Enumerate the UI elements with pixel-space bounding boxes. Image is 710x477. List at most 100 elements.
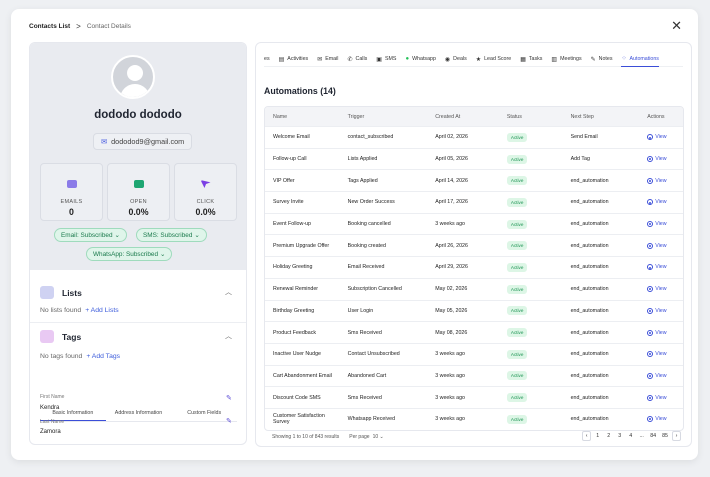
view-button[interactable]: View <box>647 264 683 271</box>
view-label: View <box>655 221 667 228</box>
cell-actions: View <box>643 394 683 401</box>
lists-section-header[interactable]: Lists <box>40 286 82 299</box>
email-subscription-pill[interactable]: Email: Subscribed ⌄ <box>54 228 127 242</box>
table-row: Welcome Email contact_subscribed April 02,… <box>265 126 683 148</box>
tab-label: Automations <box>629 55 659 62</box>
tab-automations[interactable]: ⁘ Automations <box>621 52 659 67</box>
view-button[interactable]: View <box>647 134 683 141</box>
tab-label: Tasks <box>528 56 543 62</box>
view-button[interactable]: View <box>647 307 683 314</box>
cell-status: Active <box>500 284 564 294</box>
cell-actions: View <box>643 264 683 271</box>
tab-deals[interactable]: ◉ Deals <box>445 52 467 67</box>
cell-created-at: 3 weeks ago <box>435 416 465 423</box>
view-button[interactable]: View <box>647 351 683 358</box>
per-page-select[interactable]: 10 ⌄ <box>373 434 384 440</box>
results-summary: Showing 1 to 10 of 843 results <box>272 434 340 440</box>
view-button[interactable]: View <box>647 286 683 293</box>
view-label: View <box>655 416 667 423</box>
edit-icon[interactable]: ✎ <box>226 418 234 426</box>
contact-email-chip[interactable]: ✉ dododod9@gmail.com <box>93 133 193 150</box>
cell-trigger: Contact Unsubscribed <box>347 351 400 358</box>
cell-next-step: end_automation <box>570 199 609 206</box>
view-button[interactable]: View <box>647 199 683 206</box>
deals-icon: ◉ <box>444 56 451 63</box>
tab-sms[interactable]: ▣ SMS <box>376 52 396 67</box>
tab-activities[interactable]: ▤ Activities <box>279 52 309 67</box>
view-button[interactable]: View <box>647 221 683 228</box>
page-button[interactable]: 2 <box>604 431 613 441</box>
prev-page-button[interactable]: ‹ <box>582 431 592 441</box>
tab-notes[interactable]: ✎ Notes <box>591 52 613 67</box>
view-label: View <box>655 242 667 249</box>
view-label: View <box>655 329 667 336</box>
next-page-button[interactable]: › <box>672 431 681 441</box>
view-button[interactable]: View <box>647 416 683 423</box>
cell-actions: View <box>643 286 683 293</box>
field-label: First Name <box>40 394 65 400</box>
eye-icon <box>647 177 654 184</box>
add-lists-link[interactable]: + Add Lists <box>85 307 118 314</box>
table-row: Premium Upgrade Offer Booking created Apri… <box>265 234 683 256</box>
cell-next-step: Send Email <box>570 134 598 141</box>
page-button: ... <box>639 433 644 439</box>
close-icon[interactable]: ✕ <box>671 19 682 32</box>
tab-address-information[interactable]: Address Information <box>106 406 172 421</box>
chevron-up-icon[interactable]: ︿ <box>225 287 232 297</box>
cell-name: Holiday Greeting <box>273 264 313 271</box>
chevron-up-icon[interactable]: ︿ <box>225 331 232 341</box>
open-envelope-icon <box>133 180 144 188</box>
breadcrumb: Contacts List > Contact Details <box>29 22 131 31</box>
contact-name: dododo dododo <box>94 109 182 121</box>
cell-trigger: Subscription Cancelled <box>347 286 402 293</box>
chevron-down-icon: ⌄ <box>114 232 120 239</box>
col-name: Name <box>273 113 288 120</box>
view-button[interactable]: View <box>647 177 683 184</box>
tab-tasks[interactable]: ▦ Tasks <box>520 52 542 67</box>
view-button[interactable]: View <box>647 156 683 163</box>
page-button[interactable]: 84 <box>648 431 658 441</box>
cell-next-step: end_automation <box>570 286 609 293</box>
eye-icon <box>647 329 654 336</box>
pill-label: Email: Subscribed <box>61 231 113 239</box>
chevron-down-icon: ⌄ <box>160 251 166 258</box>
tab-meetings[interactable]: ▥ Meetings <box>551 52 581 67</box>
edit-icon[interactable]: ✎ <box>226 395 234 403</box>
tab-label: Notes <box>598 56 613 62</box>
page-button[interactable]: 4 <box>626 431 635 441</box>
whatsapp-subscription-pill[interactable]: WhatsApp: Subscribed ⌄ <box>86 247 173 261</box>
per-page: Per page 10 ⌄ <box>349 434 383 440</box>
chevron-right-icon: > <box>76 22 81 31</box>
tab-whatsapp[interactable]: ● Whatsapp <box>405 52 435 67</box>
pill-label: WhatsApp: Subscribed <box>93 250 159 258</box>
page-button[interactable]: 85 <box>660 431 670 441</box>
view-label: View <box>655 372 667 379</box>
page-button[interactable]: 1 <box>593 431 602 441</box>
tab-email[interactable]: ✉ Email <box>317 52 338 67</box>
tab-lead-score[interactable]: ★ Lead Score <box>476 52 511 67</box>
table-row: Renewal Reminder Subscription Cancelled Ma… <box>265 277 683 300</box>
detail-panel: es ▤ Activities ✉ Email ✆ Calls ▣ SMS ● Whats… <box>255 42 692 447</box>
chevron-down-icon: ⌄ <box>379 434 384 440</box>
tab-overflow[interactable]: es <box>264 52 270 67</box>
view-button[interactable]: View <box>647 372 683 379</box>
page-button[interactable]: 3 <box>615 431 624 441</box>
cell-trigger: Booking created <box>347 242 386 249</box>
tags-empty-text: No tags found <box>40 353 83 360</box>
table-row: Survey Invite New Order Success April 17, … <box>265 191 683 213</box>
tab-calls[interactable]: ✆ Calls <box>347 52 367 67</box>
whatsapp-icon: ● <box>405 56 410 62</box>
cell-status: Active <box>500 241 564 251</box>
breadcrumb-contacts-list[interactable]: Contacts List <box>29 23 70 30</box>
view-button[interactable]: View <box>647 394 683 401</box>
sms-subscription-pill[interactable]: SMS: Subscribed ⌄ <box>136 228 207 242</box>
activities-icon: ▤ <box>278 56 285 63</box>
view-button[interactable]: View <box>647 329 683 336</box>
stat-click: CLICK 0.0% <box>174 163 237 221</box>
lists-icon <box>40 286 54 299</box>
add-tags-link[interactable]: + Add Tags <box>86 353 120 360</box>
tags-section-header[interactable]: Tags <box>40 330 81 343</box>
view-button[interactable]: View <box>647 242 683 249</box>
cell-trigger: New Order Success <box>347 199 395 206</box>
cell-next-step: end_automation <box>570 416 609 423</box>
